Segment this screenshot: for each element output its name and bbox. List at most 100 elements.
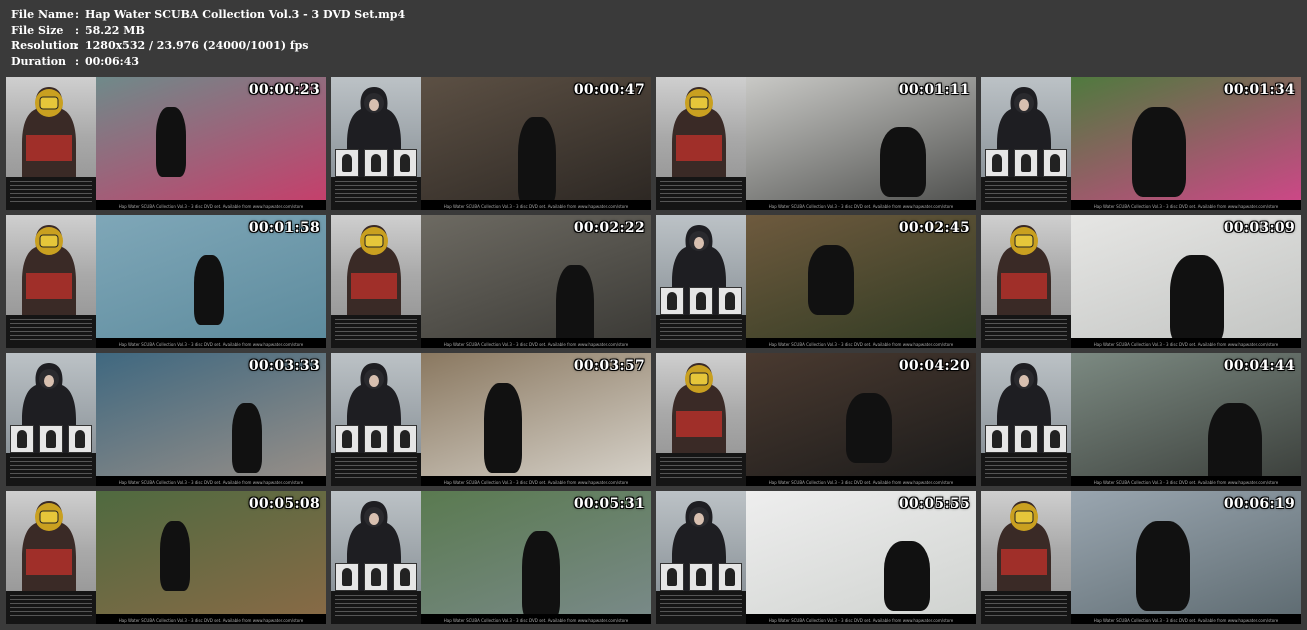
cover-mini-photo: [660, 563, 685, 591]
diver-figure: [1132, 107, 1186, 197]
cover-mini-photo: [335, 425, 360, 453]
video-thumbnail[interactable]: Hap Water SCUBA Collection Vol.3 - 3 dis…: [331, 77, 651, 210]
diver-figure: [484, 383, 522, 473]
cover-mini-photo: [1042, 425, 1067, 453]
timestamp: 00:04:20: [898, 358, 970, 374]
cover-mini-photos: [333, 149, 419, 177]
info-key: File Size: [11, 23, 64, 37]
timestamp: 00:03:57: [573, 358, 645, 374]
diver-figure: [808, 245, 854, 315]
caption-text: Hap Water SCUBA Collection Vol.3 - 3 dis…: [768, 204, 954, 209]
cover-mini-photo: [1013, 149, 1038, 177]
info-value: 00:06:43: [85, 54, 140, 68]
cover-photo: [656, 77, 746, 177]
timestamp: 00:05:31: [573, 496, 645, 512]
caption-text: Hap Water SCUBA Collection Vol.3 - 3 dis…: [1093, 204, 1279, 209]
caption-text: Hap Water SCUBA Collection Vol.3 - 3 dis…: [118, 618, 304, 623]
cover-photo: [331, 77, 421, 177]
caption-text: Hap Water SCUBA Collection Vol.3 - 3 dis…: [768, 618, 954, 623]
cover-mini-photo: [363, 425, 388, 453]
video-thumbnail[interactable]: Hap Water SCUBA Collection Vol.3 - 3 dis…: [331, 491, 651, 624]
info-value: 1280x532 / 23.976 (24000/1001) fps: [85, 39, 309, 52]
diver-icon: [22, 501, 76, 591]
cover-panel: [6, 491, 96, 624]
cover-photo: [981, 215, 1071, 315]
diver-figure: [156, 107, 186, 177]
video-thumbnail[interactable]: Hap Water SCUBA Collection Vol.3 - 3 dis…: [981, 353, 1301, 486]
diver-figure: [884, 541, 930, 611]
info-row: Duration:00:06:43: [11, 54, 405, 70]
video-thumbnail[interactable]: Hap Water SCUBA Collection Vol.3 - 3 dis…: [6, 77, 326, 210]
cover-text-lines: [335, 181, 417, 205]
diver-figure: [160, 521, 190, 591]
cover-mini-photo: [363, 563, 388, 591]
video-thumbnail[interactable]: Hap Water SCUBA Collection Vol.3 - 3 dis…: [981, 491, 1301, 624]
info-key: Duration: [11, 54, 67, 68]
diver-figure: [194, 255, 224, 325]
cover-text-lines: [10, 181, 92, 205]
cover-mini-photos: [658, 563, 744, 591]
caption-text: Hap Water SCUBA Collection Vol.3 - 3 dis…: [1093, 342, 1279, 347]
cover-mini-photo: [985, 425, 1010, 453]
cover-panel: [981, 77, 1071, 210]
timestamp: 00:01:34: [1223, 82, 1295, 98]
cover-text-lines: [335, 595, 417, 619]
cover-photo: [6, 215, 96, 315]
diver-icon: [672, 363, 726, 453]
diver-icon: [347, 225, 401, 315]
timestamp: 00:03:33: [248, 358, 320, 374]
cover-mini-photo: [1013, 425, 1038, 453]
info-colon: :: [75, 8, 80, 21]
diver-icon: [997, 225, 1051, 315]
caption-text: Hap Water SCUBA Collection Vol.3 - 3 dis…: [1093, 480, 1279, 485]
timestamp: 00:02:45: [898, 220, 970, 236]
file-info: File Name: Hap Water SCUBA Collection Vol…: [11, 7, 405, 69]
cover-mini-photo: [67, 425, 92, 453]
cover-text-lines: [335, 457, 417, 481]
cover-text-lines: [660, 319, 742, 343]
video-thumbnail[interactable]: Hap Water SCUBA Collection Vol.3 - 3 dis…: [331, 215, 651, 348]
video-thumbnail[interactable]: Hap Water SCUBA Collection Vol.3 - 3 dis…: [6, 353, 326, 486]
timestamp: 00:06:19: [1223, 496, 1295, 512]
cover-panel: [331, 215, 421, 348]
cover-mini-photo: [688, 563, 713, 591]
diver-icon: [672, 87, 726, 177]
cover-photo: [656, 353, 746, 453]
video-thumbnail[interactable]: Hap Water SCUBA Collection Vol.3 - 3 dis…: [6, 491, 326, 624]
video-thumbnail[interactable]: Hap Water SCUBA Collection Vol.3 - 3 dis…: [981, 77, 1301, 210]
diver-figure: [232, 403, 262, 473]
video-thumbnail[interactable]: Hap Water SCUBA Collection Vol.3 - 3 dis…: [981, 215, 1301, 348]
cover-mini-photos: [333, 425, 419, 453]
video-thumbnail[interactable]: Hap Water SCUBA Collection Vol.3 - 3 dis…: [331, 353, 651, 486]
cover-panel: [6, 353, 96, 486]
diver-figure: [1208, 403, 1262, 486]
diver-figure: [556, 265, 594, 348]
video-thumbnail[interactable]: Hap Water SCUBA Collection Vol.3 - 3 dis…: [656, 491, 976, 624]
timestamp: 00:01:11: [898, 82, 970, 98]
cover-text-lines: [660, 595, 742, 619]
diver-icon: [22, 87, 76, 177]
diver-icon: [997, 501, 1051, 591]
cover-panel: [981, 353, 1071, 486]
cover-mini-photo: [717, 563, 742, 591]
cover-text-lines: [985, 181, 1067, 205]
cover-mini-photos: [333, 563, 419, 591]
cover-photo: [331, 215, 421, 315]
cover-panel: [6, 215, 96, 348]
cover-photo: [6, 491, 96, 591]
diver-figure: [880, 127, 926, 197]
info-value: 58.22 MB: [85, 23, 145, 37]
caption-text: Hap Water SCUBA Collection Vol.3 - 3 dis…: [443, 204, 629, 209]
cover-panel: [981, 215, 1071, 348]
cover-text-lines: [985, 457, 1067, 481]
cover-panel: [981, 491, 1071, 624]
info-row: Resolution:1280x532 / 23.976 (24000/1001…: [11, 38, 405, 54]
video-thumbnail[interactable]: Hap Water SCUBA Collection Vol.3 - 3 dis…: [6, 215, 326, 348]
video-thumbnail[interactable]: Hap Water SCUBA Collection Vol.3 - 3 dis…: [656, 77, 976, 210]
cover-mini-photo: [717, 287, 742, 315]
video-thumbnail[interactable]: Hap Water SCUBA Collection Vol.3 - 3 dis…: [656, 215, 976, 348]
cover-text-lines: [985, 319, 1067, 343]
cover-photo: [656, 215, 746, 315]
video-thumbnail[interactable]: Hap Water SCUBA Collection Vol.3 - 3 dis…: [656, 353, 976, 486]
timestamp: 00:00:47: [573, 82, 645, 98]
